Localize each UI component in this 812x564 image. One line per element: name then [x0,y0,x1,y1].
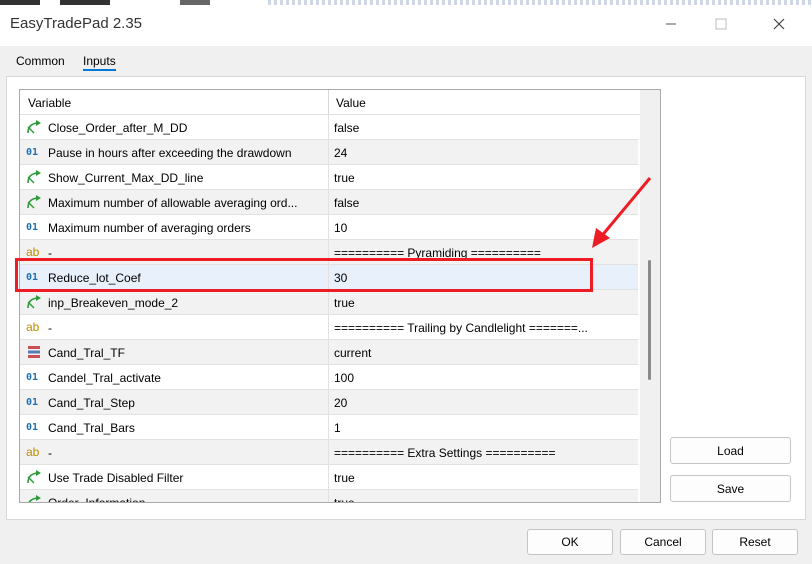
int-icon: 01 [26,422,39,433]
variable-value[interactable]: 24 [334,146,634,160]
enum-icon [26,345,42,359]
variable-value[interactable]: true [334,296,634,310]
variable-name: Use Trade Disabled Filter [48,471,184,485]
table-row[interactable]: ab - ========== Extra Settings ========== [20,440,638,465]
bool-arrow-icon [26,470,42,484]
bool-arrow-icon [26,295,42,309]
save-button[interactable]: Save [670,475,791,502]
variable-name: Cand_Tral_Step [48,396,135,410]
table-row[interactable]: 01 Cand_Tral_Step 20 [20,390,638,415]
column-header-value[interactable]: Value [336,96,366,110]
variable-name: Pause in hours after exceeding the drawd… [48,146,292,160]
tab-inputs[interactable]: Inputs [83,54,116,71]
tab-common[interactable]: Common [16,54,65,68]
reset-button[interactable]: Reset [712,529,798,555]
variable-value[interactable]: 20 [334,396,634,410]
variable-name: Maximum number of averaging orders [48,221,251,235]
table-row[interactable]: 01 Maximum number of averaging orders 10 [20,215,638,240]
variable-name: Order_Information [48,496,146,503]
variable-name: - [48,446,52,460]
column-header-variable[interactable]: Variable [28,96,71,110]
variable-value[interactable]: 100 [334,371,634,385]
close-icon[interactable] [756,6,802,42]
string-icon: ab [26,320,40,334]
string-icon: ab [26,245,40,259]
variable-name: Candel_Tral_activate [48,371,161,385]
variable-name: inp_Breakeven_mode_2 [48,296,179,310]
table-body: Close_Order_after_M_DD false 01 Pause in ho… [20,115,638,503]
variable-name: Cand_Tral_TF [48,346,125,360]
table-row[interactable]: 01 Cand_Tral_Bars 1 [20,415,638,440]
table-header: Variable Value [20,90,640,115]
title-bar: EasyTradePad 2.35 [0,0,812,46]
scrollbar-thumb[interactable] [648,260,651,380]
variable-value[interactable]: ========== Extra Settings ========== [334,446,634,460]
table-row[interactable]: 01 Pause in hours after exceeding the dra… [20,140,638,165]
table-row[interactable]: inp_Breakeven_mode_2 true [20,290,638,315]
variable-value[interactable]: true [334,496,634,502]
table-row[interactable]: Cand_Tral_TF current [20,340,638,365]
vertical-scrollbar[interactable] [640,90,660,502]
variable-value[interactable]: current [334,346,634,360]
table-row[interactable]: Use Trade Disabled Filter true [20,465,638,490]
variable-value[interactable]: true [334,471,634,485]
variable-value[interactable]: false [334,121,634,135]
cancel-button[interactable]: Cancel [620,529,706,555]
int-icon: 01 [26,147,39,158]
variable-name: Close_Order_after_M_DD [48,121,188,135]
string-icon: ab [26,445,40,459]
minimize-icon[interactable] [648,6,694,42]
variable-name: Cand_Tral_Bars [48,421,135,435]
maximize-icon[interactable] [698,6,744,42]
int-icon: 01 [26,372,39,383]
table-row[interactable]: Order_Information true [20,490,638,503]
load-button[interactable]: Load [670,437,791,464]
variable-name: Maximum number of allowable averaging or… [48,196,298,210]
inputs-table: Variable Value Close_Order_after_M_DD fal… [19,89,661,503]
table-row[interactable]: Show_Current_Max_DD_line true [20,165,638,190]
table-row[interactable]: 01 Candel_Tral_activate 100 [20,365,638,390]
annotation-arrow-icon [592,177,652,248]
ok-button[interactable]: OK [527,529,613,555]
variable-value[interactable]: ========== Trailing by Candlelight =====… [334,321,634,335]
variable-value[interactable]: 1 [334,421,634,435]
table-row[interactable]: ab - ========== Trailing by Candlelight ==… [20,315,638,340]
bool-arrow-icon [26,495,42,502]
int-icon: 01 [26,222,39,233]
table-row[interactable]: Maximum number of allowable averaging or… [20,190,638,215]
int-icon: 01 [26,397,39,408]
table-row[interactable]: Close_Order_after_M_DD false [20,115,638,140]
window-title: EasyTradePad 2.35 [10,15,143,32]
bool-arrow-icon [26,120,42,134]
variable-name: Show_Current_Max_DD_line [48,171,204,185]
bool-arrow-icon [26,195,42,209]
highlight-box [15,258,593,292]
bool-arrow-icon [26,170,42,184]
variable-name: - [48,321,52,335]
